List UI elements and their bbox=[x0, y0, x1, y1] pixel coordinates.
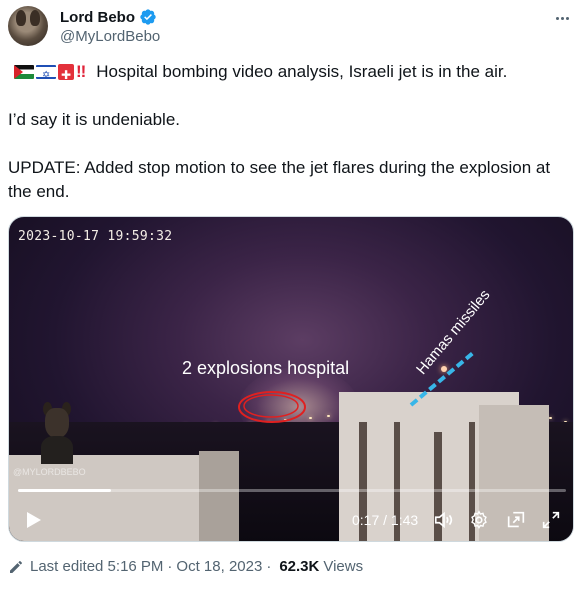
tweet-date[interactable]: Oct 18, 2023 bbox=[176, 558, 262, 575]
views-count: 62.3K bbox=[279, 558, 320, 575]
fullscreen-icon[interactable] bbox=[540, 509, 562, 531]
picture-in-picture-icon[interactable] bbox=[505, 509, 527, 531]
avatar-ear bbox=[16, 10, 26, 26]
avatar-ear bbox=[30, 10, 40, 26]
missiles-label: Hamas missiles bbox=[413, 286, 494, 378]
progress-fill bbox=[18, 489, 112, 492]
tweet-text-line-1: 🇵🇸🇮🇱🚑‼️ ‼ Hospital bombing video analysi… bbox=[8, 60, 576, 84]
palestine-flag-icon bbox=[14, 65, 34, 79]
video-timestamp: 2023-10-17 19:59:32 bbox=[18, 229, 173, 244]
jet-flare bbox=[441, 366, 447, 372]
last-edited-text[interactable]: Last edited 5:16 PM bbox=[30, 558, 163, 575]
avatar[interactable] bbox=[8, 6, 48, 46]
ambulance-light-icon bbox=[58, 64, 74, 80]
views-label: Views bbox=[323, 558, 364, 575]
display-name[interactable]: Lord Bebo bbox=[60, 9, 135, 26]
separator: · bbox=[167, 558, 173, 575]
more-options-icon[interactable] bbox=[550, 6, 574, 30]
dog-figure bbox=[37, 402, 77, 464]
tweet-line-1-text: Hospital bombing video analysis, Israeli… bbox=[96, 62, 508, 81]
handle[interactable]: @MyLordBebo bbox=[60, 28, 160, 45]
israel-flag-icon bbox=[36, 65, 56, 79]
play-icon[interactable] bbox=[23, 510, 43, 530]
name-line: Lord Bebo bbox=[60, 8, 157, 26]
separator: · bbox=[266, 558, 272, 575]
tweet-footer: Last edited 5:16 PM · Oct 18, 2023 · 62.… bbox=[8, 558, 363, 575]
video-player[interactable]: 2023-10-17 19:59:32 2 explosions hospita… bbox=[8, 216, 574, 542]
tweet-header: Lord Bebo @MyLordBebo bbox=[8, 6, 576, 50]
tweet-text-line-3: UPDATE: Added stop motion to see the jet… bbox=[8, 158, 551, 201]
video-controls: 0:17 / 1:43 bbox=[9, 502, 573, 538]
video-progress-bar[interactable] bbox=[18, 489, 566, 492]
explosions-label: 2 explosions hospital bbox=[182, 358, 350, 378]
watermark: @MYLORDBEBO bbox=[13, 467, 86, 477]
emoji-icons: ‼ bbox=[14, 60, 90, 84]
volume-icon[interactable] bbox=[433, 509, 455, 531]
double-exclamation-icon: ‼ bbox=[76, 62, 87, 81]
settings-gear-icon[interactable] bbox=[468, 509, 490, 531]
edit-pencil-icon bbox=[10, 560, 22, 573]
tweet-text-line-2: I’d say it is undeniable. bbox=[8, 110, 180, 129]
video-time: 0:17 / 1:43 bbox=[352, 512, 419, 528]
verified-badge-icon bbox=[140, 9, 156, 25]
explosion-circle-icon bbox=[238, 391, 306, 423]
